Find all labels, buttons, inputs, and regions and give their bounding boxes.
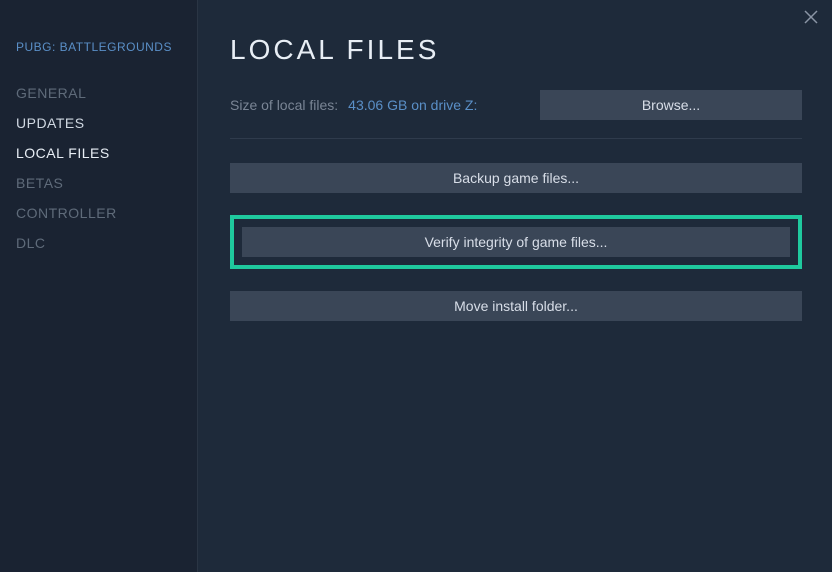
verify-button[interactable]: Verify integrity of game files... [242, 227, 790, 257]
sidebar-item-general[interactable]: GENERAL [0, 78, 197, 108]
close-icon[interactable] [804, 10, 818, 29]
size-label: Size of local files: [230, 97, 338, 113]
page-title: LOCAL FILES [230, 34, 802, 66]
sidebar-item-updates[interactable]: UPDATES [0, 108, 197, 138]
sidebar-item-local-files[interactable]: LOCAL FILES [0, 138, 197, 168]
move-button[interactable]: Move install folder... [230, 291, 802, 321]
main-panel: LOCAL FILES Size of local files: 43.06 G… [198, 0, 832, 572]
size-value: 43.06 GB on drive Z: [348, 97, 477, 113]
verify-highlight: Verify integrity of game files... [230, 215, 802, 269]
game-title: PUBG: BATTLEGROUNDS [0, 40, 197, 78]
sidebar-item-dlc[interactable]: DLC [0, 228, 197, 258]
divider [230, 138, 802, 139]
backup-button[interactable]: Backup game files... [230, 163, 802, 193]
browse-button[interactable]: Browse... [540, 90, 802, 120]
size-row: Size of local files: 43.06 GB on drive Z… [230, 90, 802, 120]
sidebar-item-controller[interactable]: CONTROLLER [0, 198, 197, 228]
sidebar-item-betas[interactable]: BETAS [0, 168, 197, 198]
sidebar: PUBG: BATTLEGROUNDS GENERAL UPDATES LOCA… [0, 0, 198, 572]
